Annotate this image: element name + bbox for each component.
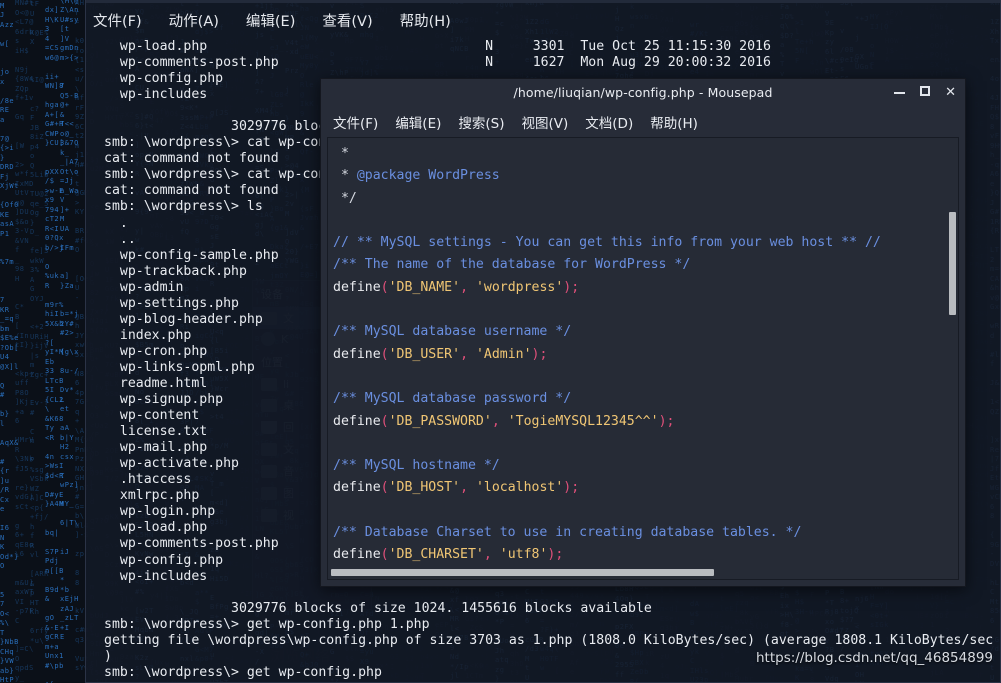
code-token: 'DB_HOST' xyxy=(388,480,461,496)
code-line: /** MySQL database username */ xyxy=(333,321,958,343)
mousepad-menu-file[interactable]: 文件(F) xyxy=(333,112,378,132)
code-token: * xyxy=(333,168,357,184)
mousepad-menu-help[interactable]: 帮助(H) xyxy=(650,112,698,132)
terminal-menu-edit[interactable]: 编辑(E) xyxy=(242,8,299,33)
code-token: ); xyxy=(658,413,675,429)
mousepad-title: /home/liuqian/wp-config.php - Mousepad xyxy=(513,85,773,100)
code-token: , xyxy=(483,547,500,563)
code-token: , xyxy=(460,279,476,295)
code-line: /** Database Charset to use in creating … xyxy=(333,522,958,544)
code-token: define xyxy=(333,346,381,362)
code-token: define xyxy=(333,279,381,295)
code-line: * xyxy=(333,143,958,165)
code-line: * @package WordPress xyxy=(333,165,958,187)
close-icon[interactable]: ✕ xyxy=(945,86,956,99)
mousepad-menu-edit[interactable]: 编辑(E) xyxy=(395,112,441,132)
terminal-line: smb: \wordpress\> get wp-config.php 1.ph… xyxy=(104,616,430,632)
code-token: ( xyxy=(380,480,389,496)
code-token: , xyxy=(460,346,476,362)
code-line: define('DB_NAME', 'wordpress'); xyxy=(333,277,958,299)
code-token: 'DB_NAME' xyxy=(388,279,461,295)
code-line: define('DB_USER', 'Admin'); xyxy=(333,344,958,366)
code-token: /** MySQL database password */ xyxy=(333,391,572,407)
csdn-watermark: https://blog.csdn.net/qq_46854899 xyxy=(755,650,993,666)
terminal-menu-file[interactable]: 文件(F) xyxy=(89,8,146,33)
terminal-line: wp-comments-post.php N 1627 Mon Aug 29 2… xyxy=(104,55,771,71)
terminal-menu-actions[interactable]: 动作(A) xyxy=(165,8,223,33)
code-token: @package WordPress xyxy=(356,168,500,184)
mousepad-window[interactable]: /home/liuqian/wp-config.php - Mousepad ✕… xyxy=(320,78,966,587)
code-token: ); xyxy=(531,346,548,362)
code-token: define xyxy=(333,547,381,563)
horizontal-scrollbar[interactable] xyxy=(331,569,714,576)
terminal-line: getting file \wordpress\wp-config.php of… xyxy=(104,632,994,648)
code-token: ); xyxy=(563,279,580,295)
terminal-menubar[interactable]: 文件(F) 动作(A) 编辑(E) 查看(V) 帮助(H) xyxy=(86,3,1000,37)
mousepad-menu-search[interactable]: 搜索(S) xyxy=(458,112,504,132)
code-token: ( xyxy=(380,346,389,362)
code-token: define xyxy=(333,480,381,496)
code-line: /** MySQL database password */ xyxy=(333,388,958,410)
terminal-line: smb: \wordpress\> get wp-config.php xyxy=(104,664,382,680)
code-line: */ xyxy=(333,188,958,210)
mousepad-menu-document[interactable]: 文档(D) xyxy=(585,112,633,132)
code-token: /** Database Charset to use in creating … xyxy=(333,525,802,541)
code-token: 'localhost' xyxy=(475,480,564,496)
code-token: ); xyxy=(563,480,580,496)
code-token: 'DB_CHARSET' xyxy=(388,547,484,563)
code-token: 'DB_PASSWORD' xyxy=(388,413,492,429)
code-line: define('DB_HOST', 'localhost'); xyxy=(333,477,958,499)
vertical-scrollbar[interactable] xyxy=(949,212,956,315)
code-token: 'TogieMYSQL12345^^' xyxy=(507,413,659,429)
desktop-screen: K3 [ M J Azz w[ jo x /8e RE a 7@ {>i } D… xyxy=(0,0,1001,683)
code-token: 'Admin' xyxy=(475,346,532,362)
mousepad-editor-area[interactable]: * * @package WordPress */ // ** MySQL se… xyxy=(327,137,959,580)
maximize-icon[interactable] xyxy=(920,86,931,99)
mousepad-menubar[interactable]: 文件(F) 编辑(E) 搜索(S) 视图(V) 文档(D) 帮助(H) xyxy=(321,106,965,137)
code-token: ( xyxy=(380,279,389,295)
code-line: define('DB_CHARSET', 'utf8'); xyxy=(333,544,958,566)
code-token: /** MySQL database username */ xyxy=(333,324,572,340)
code-token: * xyxy=(333,146,349,161)
code-token: define xyxy=(333,413,381,429)
code-token: /** MySQL hostname */ xyxy=(333,458,500,474)
minimize-icon[interactable] xyxy=(894,86,906,99)
code-token: ( xyxy=(380,547,389,563)
mousepad-window-buttons[interactable]: ✕ xyxy=(894,86,956,99)
code-line: // ** MySQL settings - You can get this … xyxy=(333,232,958,254)
code-token: ( xyxy=(380,413,389,429)
mousepad-code-text[interactable]: * * @package WordPress */ // ** MySQL se… xyxy=(328,138,958,579)
terminal-line: 3029776 blocks of size 1024. 1455616 blo… xyxy=(104,600,652,616)
terminal-titlebar[interactable]: liuqian@kali: – ❐ ✕ xyxy=(86,0,1000,3)
code-line: define('DB_PASSWORD', 'TogieMYSQL12345^^… xyxy=(333,411,958,433)
code-line: /** The name of the database for WordPre… xyxy=(333,254,958,276)
code-token: /** The name of the database for WordPre… xyxy=(333,257,691,273)
code-token: */ xyxy=(333,190,357,206)
code-token: , xyxy=(491,413,508,429)
code-token: // ** MySQL settings - You can get this … xyxy=(333,235,881,251)
code-token: ); xyxy=(547,547,564,563)
terminal-line: wp-load.php N 3301 Tue Oct 25 11:15:30 2… xyxy=(104,39,771,54)
mousepad-menu-view[interactable]: 视图(V) xyxy=(522,112,569,132)
code-token: , xyxy=(460,480,476,496)
code-token: 'utf8' xyxy=(499,547,548,563)
mousepad-titlebar[interactable]: /home/liuqian/wp-config.php - Mousepad ✕ xyxy=(321,79,965,106)
code-line: /** MySQL hostname */ xyxy=(333,455,958,477)
terminal-menu-help[interactable]: 帮助(H) xyxy=(396,8,455,33)
code-token: 'DB_USER' xyxy=(388,346,461,362)
code-token: 'wordpress' xyxy=(475,279,564,295)
terminal-menu-view[interactable]: 查看(V) xyxy=(318,8,376,33)
